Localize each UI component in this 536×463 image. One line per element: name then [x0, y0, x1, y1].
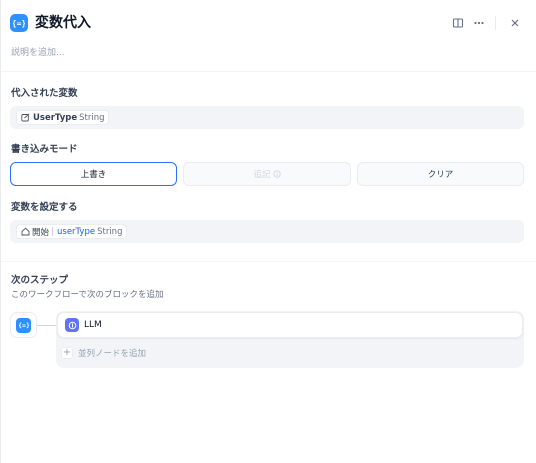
chip-separator [52, 227, 54, 236]
llm-icon [65, 318, 79, 332]
variable-edit-icon [21, 113, 30, 122]
next-step-description: このワークフローで次のブロックを追加 [11, 290, 164, 300]
section-divider [1, 71, 536, 72]
source-variable-chip[interactable]: 開始 userType String [16, 224, 128, 239]
variable-assigner-icon: {=} [16, 317, 31, 333]
close-icon[interactable] [506, 14, 524, 32]
next-node-llm[interactable]: LLM [57, 312, 523, 338]
svg-text:{=}: {=} [13, 19, 25, 28]
more-icon[interactable] [470, 14, 488, 32]
book-icon[interactable] [449, 14, 467, 32]
node-panel: {=} 変数代入 説明を追加... 代入された変数 UserType Strin… [0, 0, 536, 463]
add-parallel-node-button[interactable]: + 並列ノードを追加 [61, 345, 146, 361]
clear-button[interactable]: クリア [357, 162, 524, 186]
assigned-variable-label: 代入された変数 [11, 88, 78, 99]
write-mode-label: 書き込みモード [11, 144, 78, 155]
variable-name: UserType [33, 112, 78, 123]
current-node-thumb: {=} [10, 312, 37, 338]
variable-type: String [97, 226, 123, 237]
variable-type: String [79, 112, 105, 123]
info-icon [272, 170, 281, 178]
plus-icon: + [61, 347, 73, 359]
section-divider [1, 261, 536, 262]
assigned-variable-field[interactable]: UserType String [10, 106, 524, 129]
description-input[interactable]: 説明を追加... [11, 47, 65, 59]
panel-header: {=} 変数代入 説明を追加... [1, 0, 536, 58]
append-label: 追記 [253, 170, 271, 180]
add-parallel-label: 並列ノードを追加 [78, 349, 147, 359]
set-variable-field[interactable]: 開始 userType String [10, 220, 524, 243]
source-node-name: 開始 [32, 227, 50, 238]
overwrite-button[interactable]: 上書き [10, 162, 177, 186]
set-variable-label: 変数を設定する [11, 202, 78, 213]
home-icon [21, 227, 30, 236]
header-divider [495, 16, 496, 30]
next-step-label: 次のステップ [11, 275, 69, 286]
variable-assigner-icon: {=} [10, 14, 28, 32]
next-node-label: LLM [84, 320, 102, 330]
page-title[interactable]: 変数代入 [35, 14, 91, 32]
variable-chip[interactable]: UserType String [16, 110, 110, 125]
append-button[interactable]: 追記 [183, 162, 351, 186]
svg-text:{=}: {=} [19, 322, 29, 330]
variable-name: userType [57, 226, 96, 237]
connector-line [37, 325, 57, 326]
